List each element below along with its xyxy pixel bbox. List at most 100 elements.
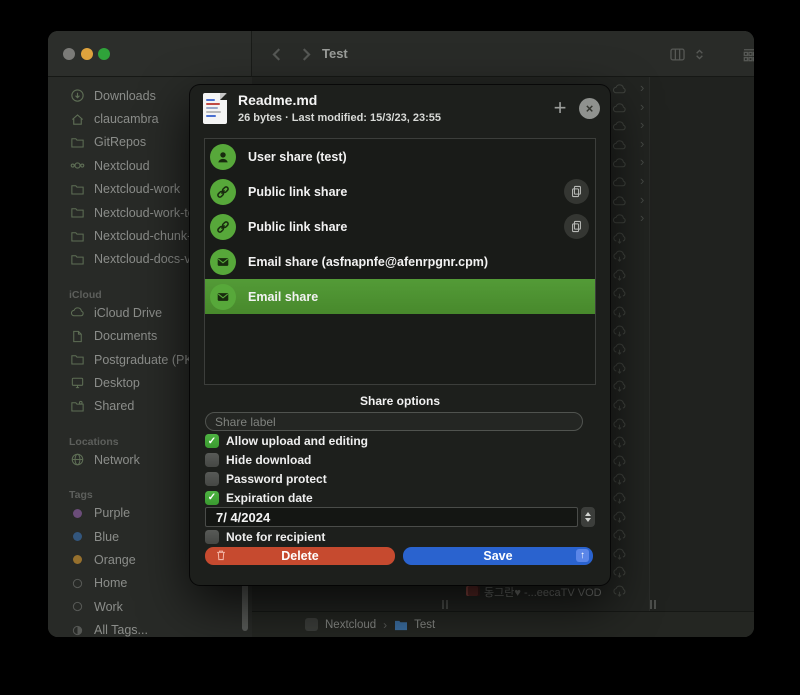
disclosure-chevron-icon[interactable]: › xyxy=(640,99,644,114)
cloud-download-icon[interactable] xyxy=(612,379,628,394)
sidebar-item-work[interactable]: Work xyxy=(48,595,252,618)
nextcloud-logo-icon xyxy=(69,158,86,174)
cloud-download-icon[interactable] xyxy=(612,565,628,580)
disclosure-chevron-icon[interactable]: › xyxy=(640,210,644,225)
cloud-download-icon[interactable] xyxy=(612,249,628,264)
disclosure-chevron-icon[interactable]: › xyxy=(640,173,644,188)
share-row-label: Public link share xyxy=(248,220,347,234)
share-row-4[interactable]: Email share (asfnapnfe@afenrpgnr.cpm) xyxy=(205,244,595,279)
sidebar-item-label: iCloud Drive xyxy=(94,306,162,320)
cloud-icon xyxy=(612,212,628,227)
expiration-date-input[interactable]: 7/ 4/2024 xyxy=(205,507,578,527)
share-row-label: Email share (asfnapnfe@afenrpgnr.cpm) xyxy=(248,255,488,269)
back-icon[interactable] xyxy=(266,43,288,65)
file-row-vod[interactable]: 동그란♥ -...eecaTV VOD xyxy=(252,584,754,599)
cloud-download-icon[interactable] xyxy=(612,547,628,562)
sidebar-item-label: GitRepos xyxy=(94,135,146,149)
cloud-download-icon[interactable] xyxy=(612,454,628,469)
folder-icon xyxy=(69,228,86,244)
date-stepper[interactable] xyxy=(581,507,595,527)
cloud-download-icon[interactable] xyxy=(612,472,628,487)
video-thumbnail-icon xyxy=(466,586,480,596)
checkbox-unchecked-icon[interactable] xyxy=(205,530,219,544)
sidebar-item-all-tags[interactable]: All Tags... xyxy=(48,618,252,637)
checkbox-checked-icon[interactable]: ✓ xyxy=(205,434,219,448)
add-share-button[interactable]: + xyxy=(547,93,573,123)
view-sort-icon[interactable] xyxy=(688,43,710,65)
share-row-1[interactable]: User share (test) xyxy=(205,139,595,174)
folder-icon xyxy=(69,205,86,221)
titlebar: Test xyxy=(48,31,754,77)
checkbox-password-protect[interactable]: Password protect xyxy=(205,470,368,489)
disclosure-chevron-icon[interactable]: › xyxy=(640,154,644,169)
folder-shared-icon xyxy=(69,398,86,414)
cloud-download-icon[interactable] xyxy=(612,342,628,357)
delete-button[interactable]: Delete xyxy=(205,547,395,565)
copy-link-button[interactable] xyxy=(564,214,589,239)
checkbox-unchecked-icon[interactable] xyxy=(205,453,219,467)
cloud-icon xyxy=(612,156,628,171)
folder-icon xyxy=(69,134,86,150)
checkbox-note-for-recipient[interactable]: Note for recipient xyxy=(205,528,325,547)
forward-icon[interactable] xyxy=(294,43,316,65)
document-icon xyxy=(69,328,86,344)
cloud-download-icon[interactable] xyxy=(612,417,628,432)
sidebar-item-label: Documents xyxy=(94,329,157,343)
breadcrumb-root[interactable]: Nextcloud xyxy=(325,619,376,631)
cloud-download-icon[interactable] xyxy=(612,286,628,301)
cloud-download-icon[interactable] xyxy=(612,528,628,543)
disclosure-chevron-icon[interactable]: › xyxy=(640,192,644,207)
titlebar-content-area: Test xyxy=(252,31,754,77)
cloud-icon xyxy=(612,101,628,116)
folder-icon xyxy=(394,619,408,631)
cloud-icon xyxy=(612,119,628,134)
cloud-download-icon[interactable] xyxy=(612,268,628,283)
titlebar-sidebar-area xyxy=(48,31,252,77)
columns-view-icon[interactable] xyxy=(666,43,688,65)
save-button[interactable]: Save ↑ xyxy=(403,547,593,565)
copy-link-button[interactable] xyxy=(564,179,589,204)
cloud-download-icon[interactable] xyxy=(612,584,628,599)
disclosure-chevron-icon[interactable]: › xyxy=(640,136,644,151)
sidebar-item-label: Blue xyxy=(94,530,119,544)
share-label-input[interactable] xyxy=(205,412,583,431)
cloud-download-icon[interactable] xyxy=(612,231,628,246)
disclosure-chevron-icon[interactable]: › xyxy=(640,80,644,95)
traffic-light-close[interactable] xyxy=(63,48,75,60)
breadcrumb-current[interactable]: Test xyxy=(414,619,435,631)
trash-icon xyxy=(214,548,228,565)
cloud-download-icon[interactable] xyxy=(612,510,628,525)
checkbox-expiration-date[interactable]: ✓ Expiration date xyxy=(205,488,368,507)
checkbox-label: Hide download xyxy=(226,453,311,467)
cloud-download-icon[interactable] xyxy=(612,491,628,506)
share-row-label: Email share xyxy=(248,290,318,304)
cloud-download-icon[interactable] xyxy=(612,361,628,376)
cloud-download-icon[interactable] xyxy=(612,324,628,339)
checkbox-checked-icon[interactable]: ✓ xyxy=(205,491,219,505)
cloud-download-icon[interactable] xyxy=(612,305,628,320)
column-resize-grip[interactable] xyxy=(650,600,656,609)
checkbox-allow-upload-and-editing[interactable]: ✓Allow upload and editing xyxy=(205,432,368,451)
traffic-light-minimize[interactable] xyxy=(81,48,93,60)
disclosure-chevron-icon[interactable]: › xyxy=(640,117,644,132)
cloud-icon xyxy=(612,82,628,97)
checkbox-unchecked-icon[interactable] xyxy=(205,472,219,486)
checkbox-hide-download[interactable]: Hide download xyxy=(205,451,368,470)
share-row-2[interactable]: Public link share xyxy=(205,174,595,209)
nextcloud-folder-icon xyxy=(305,618,318,631)
share-row-3[interactable]: Public link share xyxy=(205,209,595,244)
sidebar-item-label: Nextcloud xyxy=(94,159,150,173)
checkbox-label: Note for recipient xyxy=(226,530,325,544)
cloud-download-icon[interactable] xyxy=(612,398,628,413)
column-resize-grip[interactable] xyxy=(442,600,448,609)
cloud-download-icon[interactable] xyxy=(612,435,628,450)
cloud-line-icon xyxy=(69,305,86,321)
group-icon[interactable] xyxy=(739,43,754,65)
tag-dot-icon xyxy=(69,552,86,568)
tag-dot-icon xyxy=(69,529,86,545)
close-dialog-button[interactable]: × xyxy=(579,98,600,119)
checkbox-label: Expiration date xyxy=(226,491,313,505)
traffic-light-zoom[interactable] xyxy=(98,48,110,60)
share-row-5[interactable]: Email share xyxy=(205,279,595,314)
note-checkbox-row: Note for recipient xyxy=(205,528,325,547)
